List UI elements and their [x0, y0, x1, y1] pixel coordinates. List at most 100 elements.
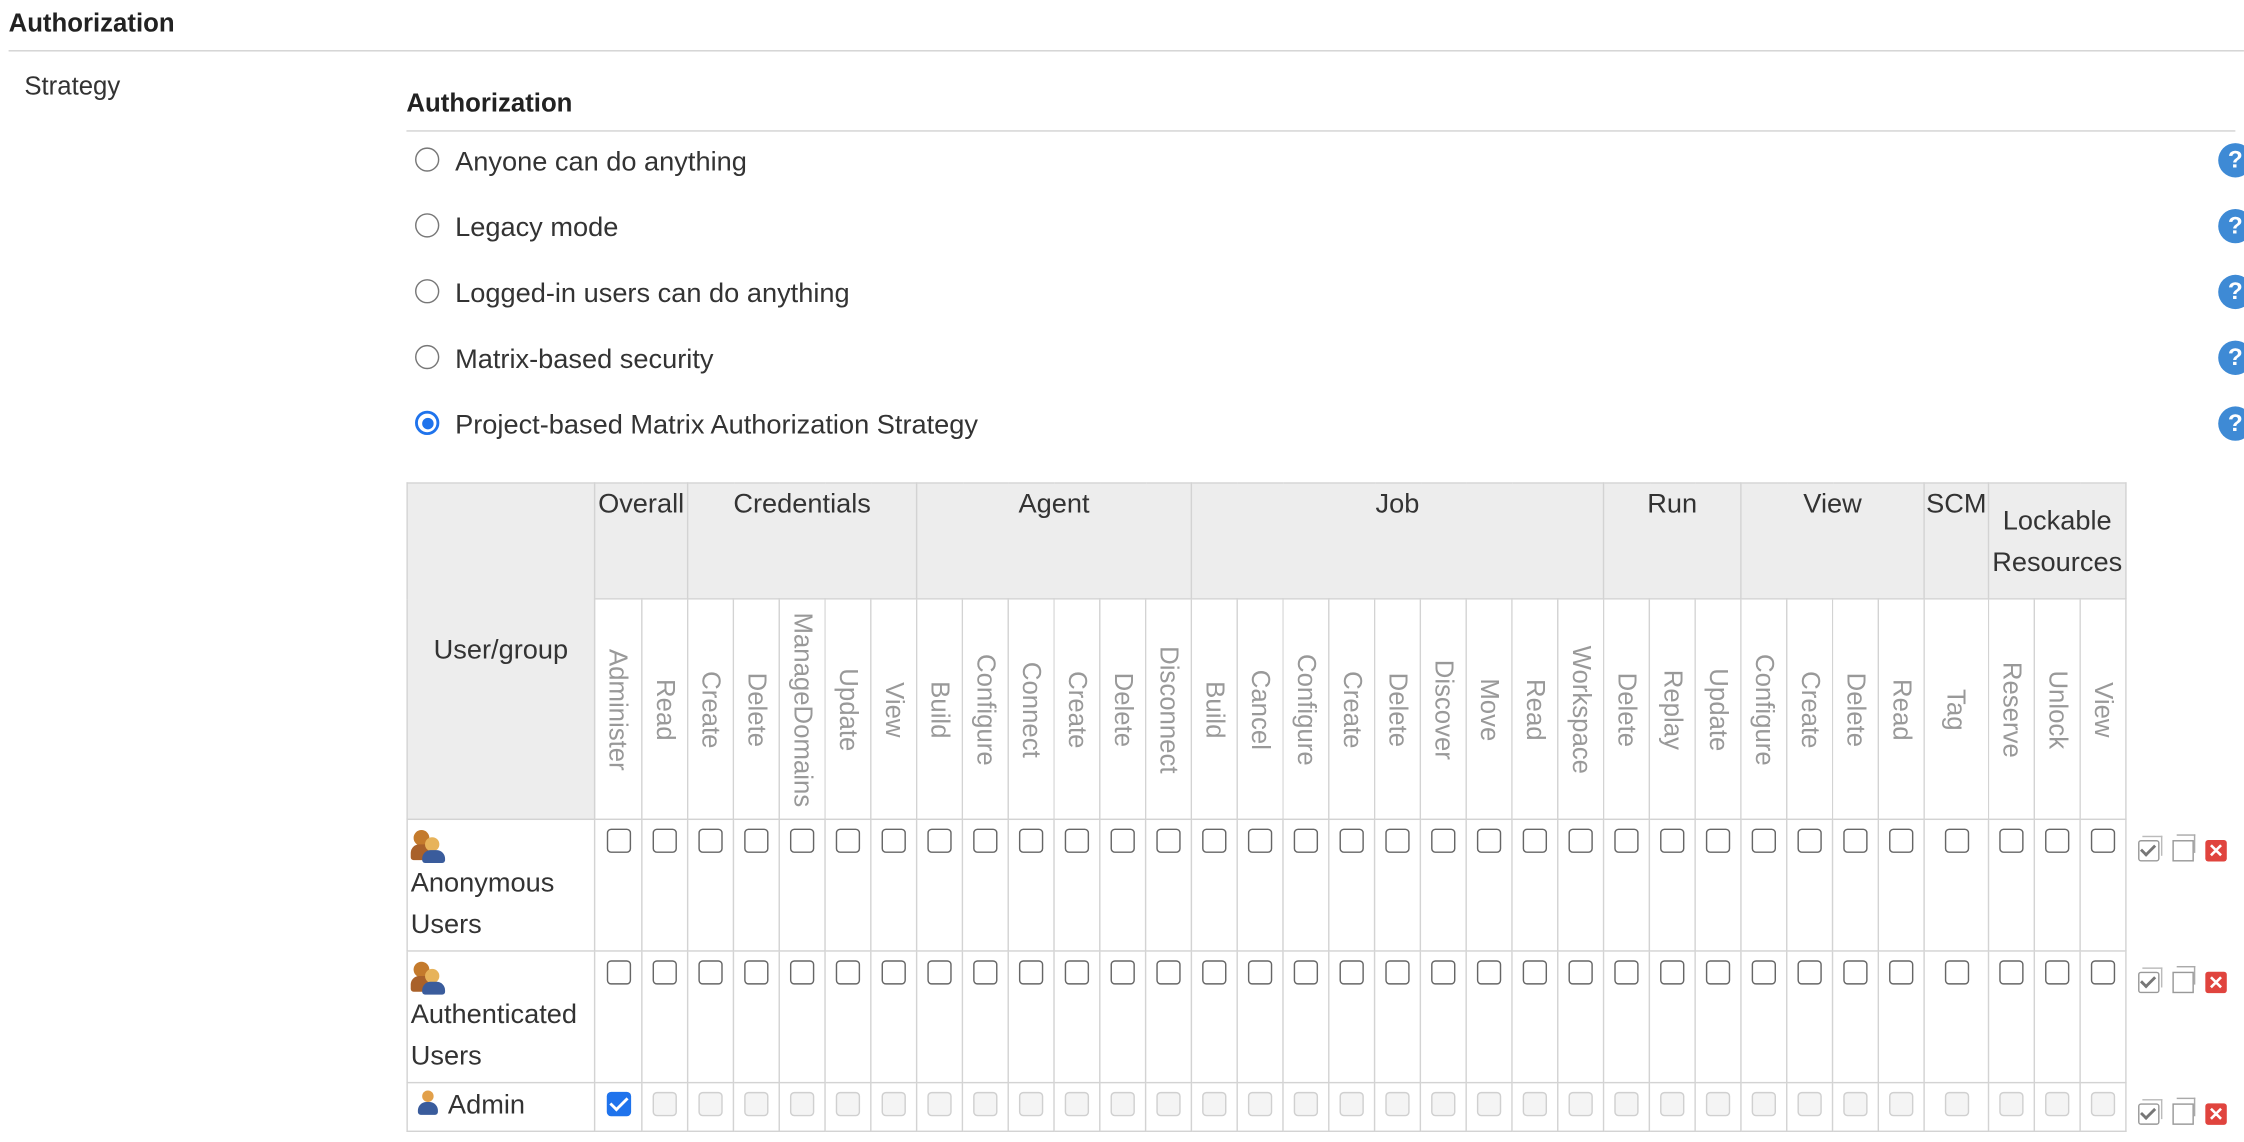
permission-checkbox[interactable] — [1018, 828, 1044, 853]
permission-checkbox[interactable] — [1751, 960, 1776, 985]
permission-checkbox[interactable] — [1797, 828, 1822, 853]
radio-button[interactable] — [415, 344, 440, 370]
copy-icon[interactable] — [2172, 1097, 2196, 1125]
copy-icon[interactable] — [2172, 834, 2196, 862]
permission-checkbox[interactable] — [1339, 960, 1364, 985]
help-icon[interactable]: ? — [2218, 340, 2244, 375]
permission-checkbox[interactable] — [1614, 960, 1639, 985]
permission-checkbox[interactable] — [789, 960, 815, 985]
permission-checkbox[interactable] — [1385, 828, 1410, 853]
permission-checkbox[interactable] — [1293, 828, 1319, 853]
permission-checkbox[interactable] — [1568, 828, 1593, 853]
strategy-option[interactable]: Project-based Matrix Authorization Strat… — [406, 406, 2244, 454]
select-all-icon[interactable] — [2138, 967, 2163, 994]
permission-checkbox[interactable] — [1202, 960, 1227, 985]
permission-checkbox[interactable] — [789, 828, 815, 853]
strategy-option[interactable]: Legacy mode? — [406, 208, 2244, 256]
select-all-icon[interactable] — [2138, 835, 2163, 862]
permission-checkbox[interactable] — [1385, 960, 1410, 985]
help-icon[interactable]: ? — [2218, 274, 2244, 310]
delete-icon[interactable]: ✕ — [2205, 971, 2227, 994]
permission-checkbox[interactable] — [1110, 960, 1135, 985]
permission-checkbox[interactable] — [1889, 828, 1914, 853]
permission-checkbox[interactable] — [2045, 960, 2070, 985]
strategy-option-label[interactable]: Logged-in users can do anything — [455, 279, 850, 310]
copy-icon[interactable] — [2172, 965, 2196, 994]
permission-checkbox[interactable] — [652, 960, 677, 985]
help-icon[interactable]: ? — [2218, 406, 2244, 441]
strategy-option[interactable]: Anyone can do anything? — [406, 143, 2244, 190]
permission-checkbox[interactable] — [973, 960, 998, 985]
permission-checkbox[interactable] — [1064, 828, 1090, 853]
permission-checkbox[interactable] — [2090, 960, 2116, 985]
permission-checkbox[interactable] — [881, 828, 906, 853]
permission-checkbox[interactable] — [1999, 828, 2024, 853]
permission-checkbox[interactable] — [1614, 828, 1639, 853]
permission-checkbox[interactable] — [1293, 960, 1319, 985]
permission-checkbox[interactable] — [881, 960, 906, 985]
permission-checkbox[interactable] — [1018, 960, 1044, 985]
permission-checkbox[interactable] — [606, 960, 631, 985]
permission-checkbox[interactable] — [973, 828, 998, 853]
permission-checkbox[interactable] — [744, 828, 769, 853]
permission-checkbox[interactable] — [1339, 828, 1364, 853]
permission-checkbox[interactable] — [1568, 960, 1593, 985]
permission-checkbox[interactable] — [1843, 828, 1868, 853]
permission-label: Delete — [742, 671, 771, 747]
permission-checkbox[interactable] — [1944, 828, 1969, 853]
permission-checkbox[interactable] — [698, 828, 723, 853]
permission-checkbox[interactable] — [1522, 960, 1548, 985]
permission-checkbox[interactable] — [1064, 960, 1090, 985]
permission-checkbox[interactable] — [835, 960, 861, 985]
strategy-option-label[interactable]: Project-based Matrix Authorization Strat… — [455, 411, 978, 442]
permission-cell — [1786, 1081, 1834, 1133]
help-icon[interactable]: ? — [2218, 143, 2244, 178]
permission-checkbox[interactable] — [1156, 828, 1181, 853]
permission-checkbox[interactable] — [835, 828, 861, 853]
strategy-option-label[interactable]: Matrix-based security — [455, 345, 713, 376]
permission-checkbox[interactable] — [1476, 960, 1502, 985]
strategy-option[interactable]: Matrix-based security? — [406, 340, 2244, 388]
permission-checkbox[interactable] — [652, 828, 677, 853]
permission-checkbox[interactable] — [1431, 828, 1456, 853]
permission-checkbox[interactable] — [1705, 960, 1731, 985]
radio-button[interactable] — [415, 147, 440, 172]
permission-checkbox[interactable] — [927, 960, 952, 985]
delete-icon[interactable]: ✕ — [2205, 1103, 2227, 1125]
strategy-option-label[interactable]: Anyone can do anything — [455, 147, 747, 178]
radio-selected[interactable] — [415, 410, 440, 436]
permission-checkbox[interactable] — [1797, 960, 1822, 985]
radio-button[interactable] — [415, 213, 440, 238]
permission-checkbox[interactable] — [698, 960, 723, 985]
permission-checkbox[interactable] — [1660, 960, 1685, 985]
permission-checkbox[interactable] — [744, 960, 769, 985]
permission-checkbox[interactable] — [1889, 960, 1914, 985]
permission-checkbox[interactable] — [1431, 960, 1456, 985]
radio-button[interactable] — [415, 279, 440, 304]
permission-checkbox[interactable] — [1247, 828, 1273, 853]
permission-checkbox[interactable] — [606, 828, 631, 853]
permission-checkbox[interactable] — [1202, 828, 1227, 853]
permission-label: Read — [650, 678, 680, 740]
permission-checkbox[interactable] — [1522, 828, 1548, 853]
permission-checkbox[interactable] — [1660, 828, 1685, 853]
permission-checkbox[interactable] — [2090, 828, 2116, 853]
permission-checkbox[interactable] — [1944, 960, 1969, 985]
permission-checkbox[interactable] — [2045, 828, 2070, 853]
permission-header: Tag — [1923, 598, 1990, 821]
strategy-option[interactable]: Logged-in users can do anything? — [406, 274, 2244, 322]
permission-checkbox[interactable] — [1247, 960, 1273, 985]
select-all-icon[interactable] — [2138, 1099, 2163, 1125]
permission-checkbox[interactable] — [1476, 828, 1502, 853]
permission-checkbox[interactable] — [1156, 960, 1181, 985]
help-icon[interactable]: ? — [2218, 208, 2244, 244]
permission-checkbox[interactable] — [1843, 960, 1868, 985]
permission-checkbox[interactable] — [1705, 828, 1731, 853]
permission-checkbox[interactable] — [1751, 828, 1776, 853]
permission-checkbox[interactable] — [1110, 828, 1135, 853]
permission-checkbox[interactable] — [927, 828, 952, 853]
delete-icon[interactable]: ✕ — [2205, 840, 2227, 862]
permission-checkbox[interactable] — [1999, 960, 2024, 985]
strategy-option-label[interactable]: Legacy mode — [455, 213, 618, 244]
permission-checkbox[interactable] — [606, 1091, 631, 1117]
